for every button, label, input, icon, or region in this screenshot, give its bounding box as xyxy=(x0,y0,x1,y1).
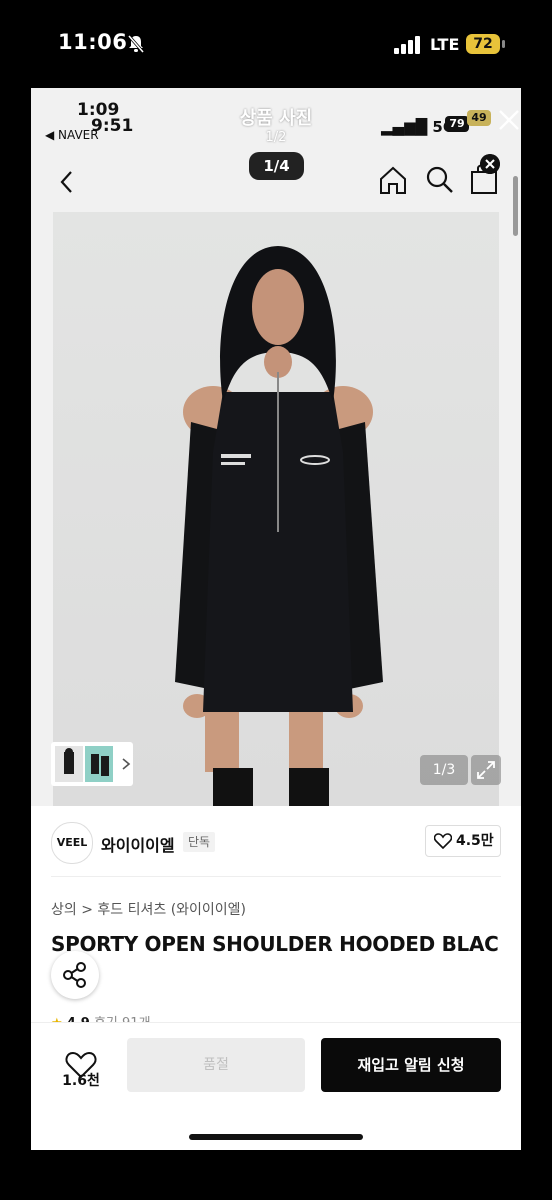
share-icon xyxy=(63,962,86,988)
home-icon[interactable] xyxy=(377,164,409,196)
brand-like-count: 4.5만 xyxy=(456,833,494,849)
chevron-right-icon[interactable] xyxy=(119,756,133,772)
expand-button[interactable] xyxy=(471,755,501,785)
heart-icon xyxy=(434,833,452,849)
battery-level: 72 xyxy=(466,34,500,54)
silent-bell-icon xyxy=(127,35,145,53)
soldout-button: 품절 xyxy=(127,1038,305,1092)
page-indicator: 1/4 xyxy=(249,152,304,180)
close-icon[interactable] xyxy=(497,108,521,132)
expand-icon xyxy=(477,761,495,779)
gallery-counter: 1/3 xyxy=(420,755,468,785)
breadcrumb[interactable]: 상의 > 후드 티셔츠 (와이이이엘) xyxy=(51,899,246,919)
product-title: SPORTY OPEN SHOULDER HOODED BLAC xyxy=(51,932,499,956)
divider xyxy=(51,876,501,877)
search-icon[interactable] xyxy=(425,164,455,196)
thumbnail-1[interactable] xyxy=(55,746,83,782)
remove-badge-icon[interactable] xyxy=(480,154,500,174)
back-arrow-icon[interactable] xyxy=(57,168,77,196)
scrollbar[interactable] xyxy=(513,176,518,236)
status-time: 11:06 xyxy=(58,30,128,54)
brand-logo[interactable]: VEEL xyxy=(51,822,93,864)
signal-icon xyxy=(394,36,420,54)
brand-like-button[interactable]: 4.5만 xyxy=(425,825,501,857)
screenshot-viewer: 1:09 9:51 ◀ NAVER ▂▄▆█ 5G 79 49 상품 사진 1/… xyxy=(31,88,521,1150)
model-wearing-hoodie-image xyxy=(53,212,499,806)
viewer-title: 상품 사진 xyxy=(239,108,313,129)
brand-name[interactable]: 와이이이엘 xyxy=(101,832,175,856)
viewer-page-count: 1/2 xyxy=(265,130,287,145)
home-indicator[interactable] xyxy=(189,1134,363,1140)
product-photo[interactable] xyxy=(53,212,499,806)
exclusive-badge: 단독 xyxy=(183,832,216,852)
share-button[interactable] xyxy=(51,951,99,999)
wish-count: 1.6천 xyxy=(62,1073,100,1089)
thumbnail-2[interactable] xyxy=(85,746,113,782)
network-type: LTE xyxy=(430,35,460,54)
restock-alert-button[interactable]: 재입고 알림 신청 xyxy=(321,1038,501,1092)
battery-icon: 72 xyxy=(466,34,506,56)
